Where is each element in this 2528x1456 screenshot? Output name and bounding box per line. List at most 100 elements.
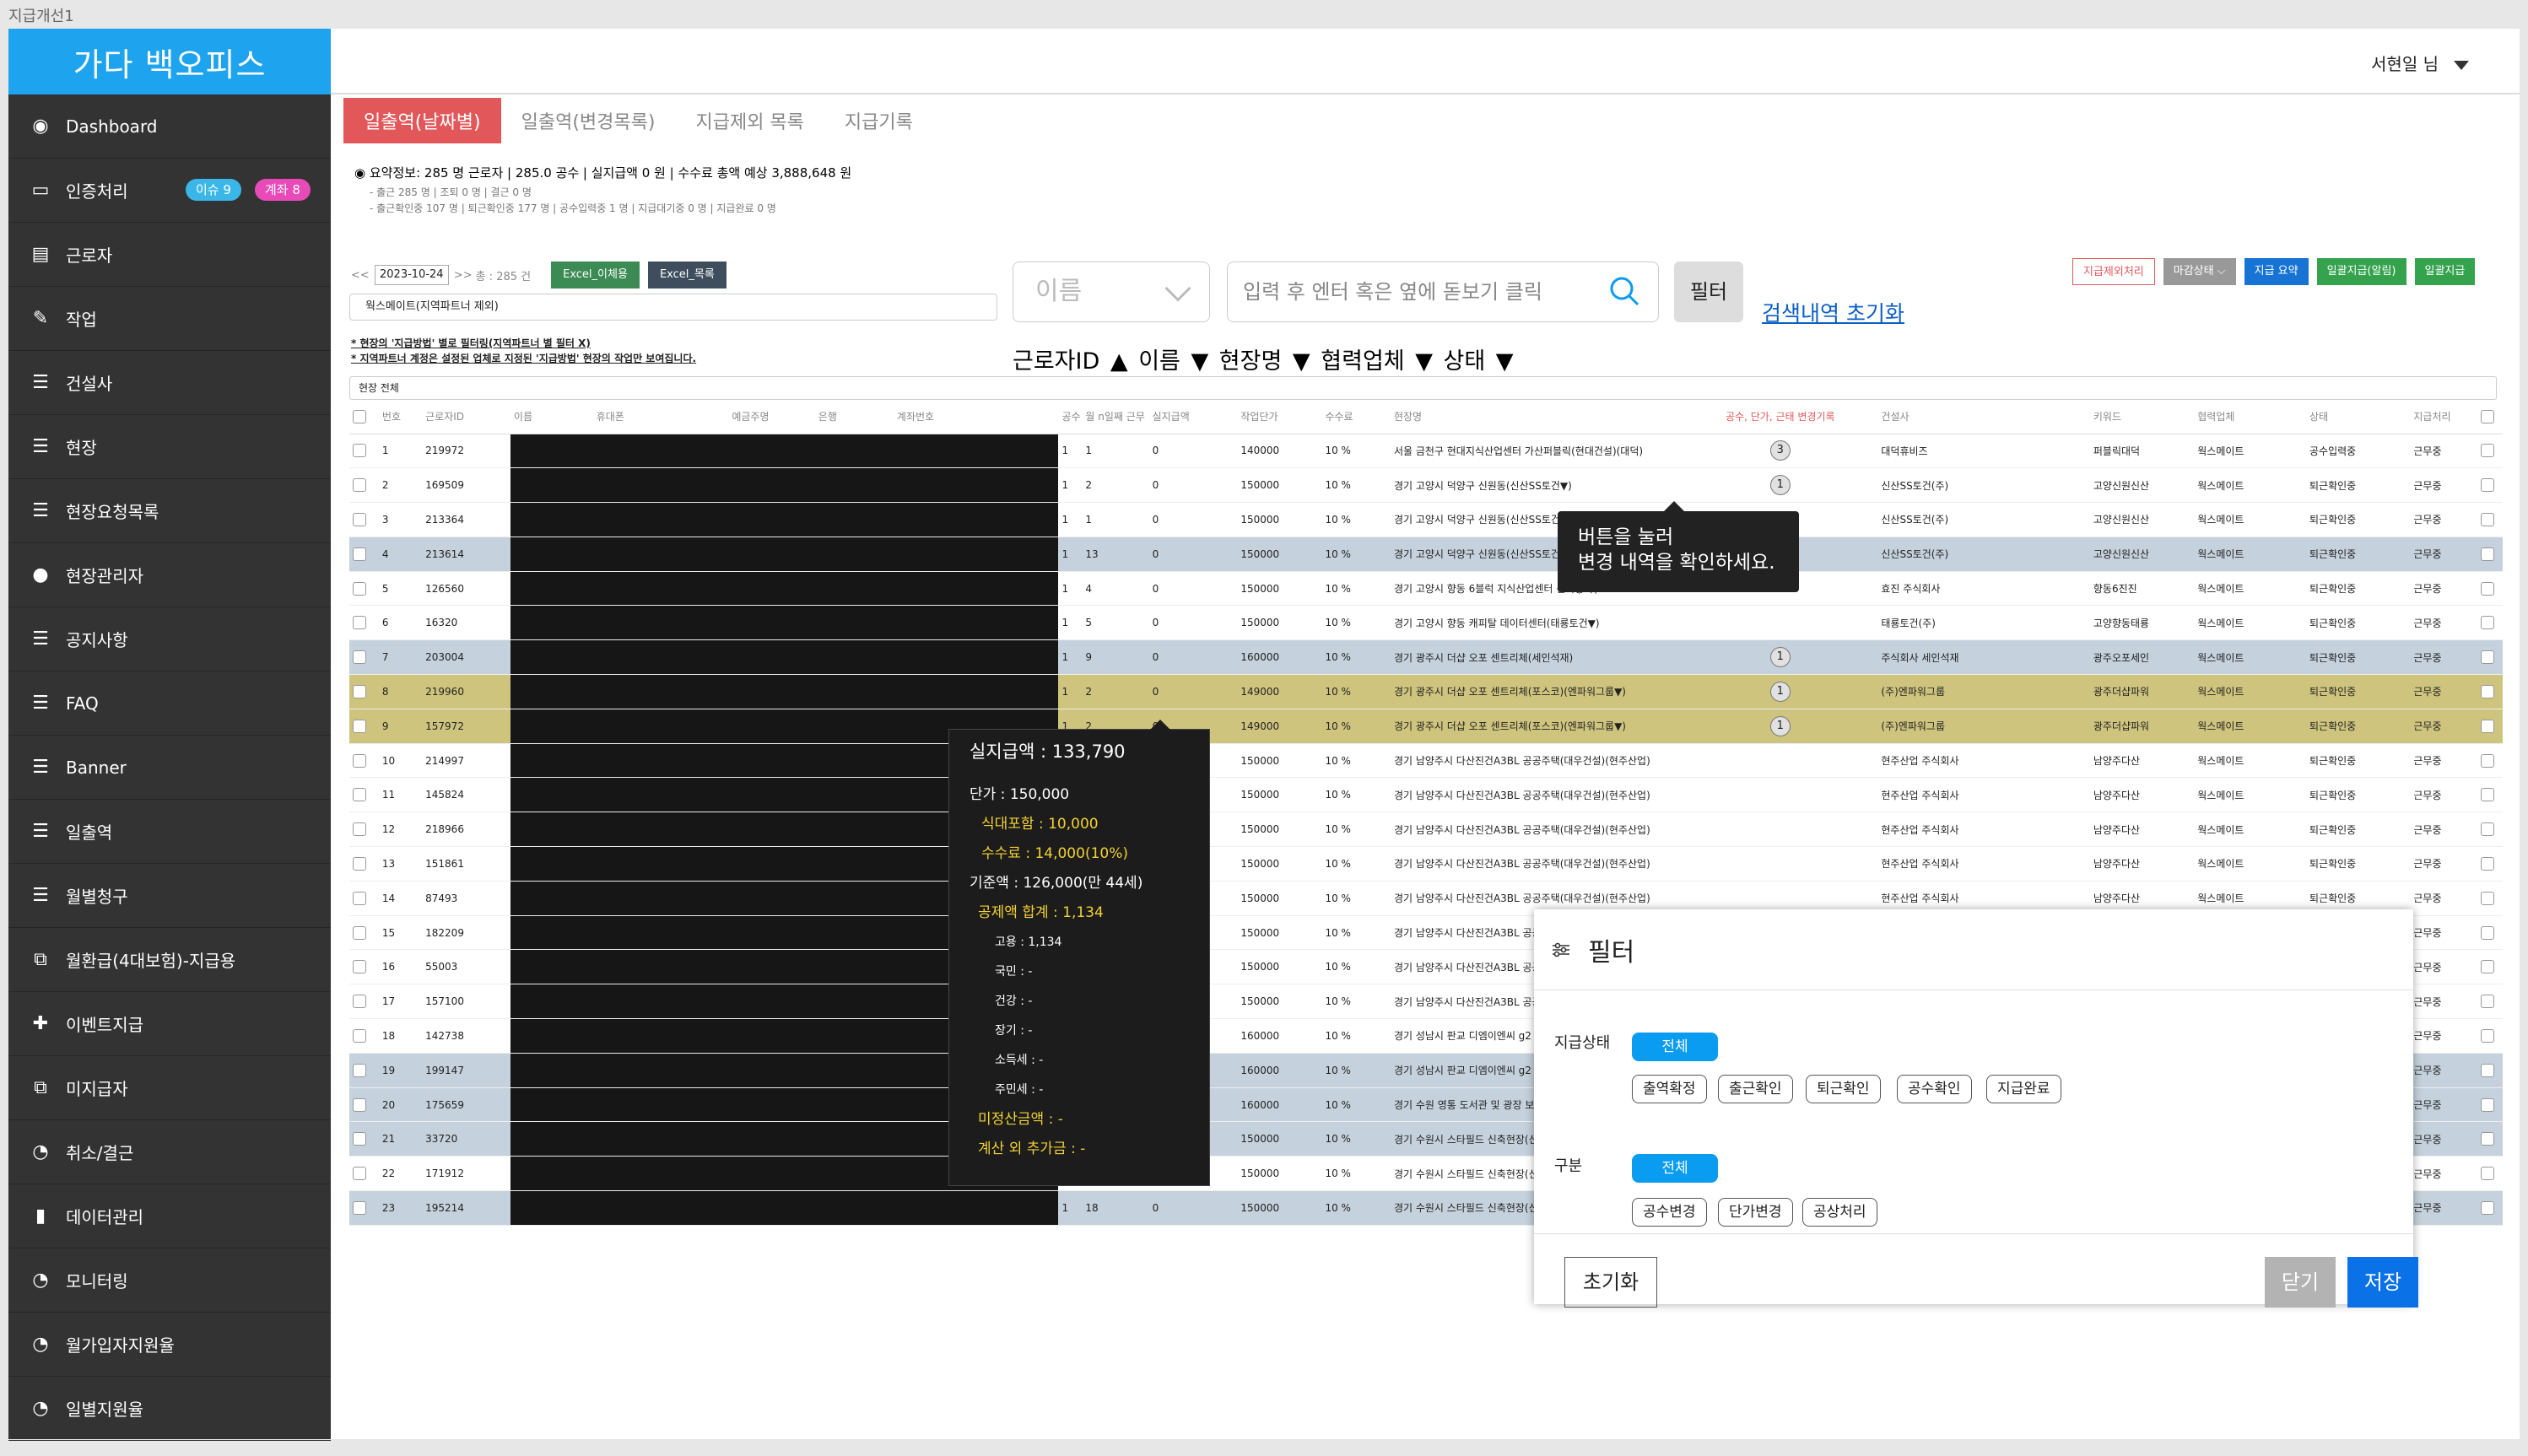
date-input[interactable]: 2023-10-24: [374, 265, 449, 285]
column-header[interactable]: 지급처리: [2410, 400, 2477, 434]
row-checkbox[interactable]: [353, 1097, 366, 1112]
sidebar-item[interactable]: ☰ 현장요청목록: [8, 479, 331, 543]
sidebar-item[interactable]: ☰ 월별청구: [8, 864, 331, 928]
row-checkbox[interactable]: [2480, 616, 2494, 630]
sidebar-item[interactable]: ⧉ 월환급(4대보험)-지급용: [8, 928, 331, 992]
column-header[interactable]: 번호: [378, 400, 423, 434]
change-history-button[interactable]: 1: [1769, 681, 1791, 702]
column-header[interactable]: 공수: [1058, 400, 1083, 434]
row-checkbox[interactable]: [2480, 960, 2494, 974]
type-chip[interactable]: 공상처리: [1802, 1198, 1877, 1227]
row-checkbox[interactable]: [353, 684, 366, 698]
sidebar-item[interactable]: ☰ 건설사: [8, 351, 331, 415]
column-header[interactable]: 휴대폰: [592, 400, 729, 434]
row-checkbox[interactable]: [353, 512, 366, 526]
row-checkbox[interactable]: [2480, 581, 2494, 596]
sidebar-item[interactable]: ◔ 일별지원율: [8, 1377, 331, 1441]
brand-logo[interactable]: 가다 백오피스: [8, 29, 331, 94]
sidebar-item[interactable]: ▭ 인증처리 이슈 9 계좌 8: [8, 159, 331, 223]
tab-excluded-list[interactable]: 지급제외 목록: [675, 98, 824, 143]
row-checkbox[interactable]: [2480, 444, 2494, 458]
table-row[interactable]: 7 203004 1 9 0 160000 10 % 경기 광주시 더샵 오포 센트리체(세인…: [349, 639, 2503, 676]
change-history-button[interactable]: 3: [1769, 440, 1791, 461]
partner-select[interactable]: 웍스메이트(지역파트너 제외): [349, 294, 997, 321]
sidebar-item[interactable]: ◔ 월가입자지원율: [8, 1313, 331, 1377]
search-icon[interactable]: [1609, 276, 1639, 306]
type-all-chip[interactable]: 전체: [1632, 1154, 1718, 1183]
table-row[interactable]: 5 126560 1 4 0 150000 10 % 경기 고양시 향동 6블럭 지식산업센터…: [349, 571, 2503, 607]
tab-payment-history[interactable]: 지급기록: [824, 98, 933, 143]
change-history-button[interactable]: 1: [1769, 475, 1791, 496]
reset-search-link[interactable]: 검색내역 초기화: [1762, 297, 1904, 327]
table-row[interactable]: 8 219960 1 2 0 149000 10 % 경기 광주시 더샵 오포 센트리체(포스…: [349, 674, 2503, 709]
row-checkbox[interactable]: [353, 995, 366, 1009]
filter-close-button[interactable]: 닫기: [2265, 1257, 2336, 1308]
column-header[interactable]: 실지급액: [1148, 400, 1238, 434]
row-checkbox[interactable]: [353, 1063, 366, 1077]
row-checkbox[interactable]: [353, 1132, 366, 1146]
row-checkbox[interactable]: [2480, 1200, 2494, 1215]
row-checkbox[interactable]: [2480, 891, 2494, 905]
row-checkbox[interactable]: [2480, 684, 2494, 698]
row-checkbox[interactable]: [353, 616, 366, 630]
row-checkbox[interactable]: [2480, 1097, 2494, 1112]
row-checkbox[interactable]: [353, 1167, 366, 1181]
bulk-pay-notify-button[interactable]: 일괄지급(알림): [2316, 258, 2406, 285]
close-status-button[interactable]: 마감상태 ⌵: [2163, 258, 2236, 285]
column-header[interactable]: 예금주명: [728, 400, 815, 434]
column-header[interactable]: 근로자ID: [422, 400, 510, 434]
tab-daily-changes[interactable]: 일출역(변경목록): [501, 98, 676, 143]
row-checkbox[interactable]: [353, 925, 366, 940]
row-checkbox[interactable]: [353, 960, 366, 974]
row-checkbox[interactable]: [353, 891, 366, 905]
filter-reset-button[interactable]: 초기화: [1564, 1257, 1657, 1308]
table-row[interactable]: 4 213614 1 13 0 150000 10 % 경기 고양시 덕양구 신원동(신산SS…: [349, 537, 2503, 572]
filter-button[interactable]: 필터: [1674, 262, 1743, 322]
sidebar-item[interactable]: ⧉ 미지급자: [8, 1056, 331, 1120]
table-row[interactable]: 915797212014900010 %경기 광주시 더샵 오포 센트리체(포스…: [349, 709, 2503, 744]
search-input[interactable]: 입력 후 엔터 혹은 옆에 돋보기 클릭: [1227, 262, 1659, 322]
excel-list-button[interactable]: Excel_목록: [647, 262, 727, 289]
sidebar-item[interactable]: ☰ 현장: [8, 415, 331, 479]
column-header[interactable]: 월 n일째 근무: [1082, 400, 1149, 434]
table-row[interactable]: 3 213364 1 1 0 150000 10 % 경기 고양시 덕양구 신원동(신산SS토…: [349, 502, 2503, 537]
status-chip[interactable]: 퇴근확인: [1806, 1075, 1881, 1103]
search-field-select[interactable]: 이름: [1013, 262, 1210, 322]
sidebar-item[interactable]: ▮ 데이터관리: [8, 1184, 331, 1248]
next-date-button[interactable]: >>: [454, 269, 473, 282]
payment-summary-button[interactable]: 지급 요약: [2244, 258, 2309, 285]
column-header[interactable]: 수수료: [1321, 400, 1391, 434]
column-header[interactable]: 건설사: [1877, 400, 2090, 434]
status-chip[interactable]: 공수확인: [1897, 1075, 1972, 1103]
site-filter-select[interactable]: 현장 전체: [349, 376, 2497, 400]
sidebar-item[interactable]: ● 현장관리자: [8, 543, 331, 607]
row-checkbox[interactable]: [2480, 925, 2494, 940]
tab-daily-by-date[interactable]: 일출역(날짜별): [343, 98, 501, 143]
column-header[interactable]: 계좌번호: [893, 400, 1059, 434]
column-header[interactable]: 현장명: [1390, 400, 1680, 434]
table-row[interactable]: 2 169509 1 2 0 150000 10 % 경기 고양시 덕양구 신원동(신산SS토…: [349, 467, 2503, 504]
table-row[interactable]: 102149971015000010 %경기 남양주시 다산진건A3BL 공공주…: [349, 743, 2503, 779]
type-chip[interactable]: 단가변경: [1718, 1198, 1793, 1227]
row-checkbox[interactable]: [353, 478, 366, 493]
row-checkbox[interactable]: [2480, 1132, 2494, 1146]
column-header[interactable]: 은행: [814, 400, 894, 434]
table-row[interactable]: 131518611015000010 %경기 남양주시 다산진건A3BL 공공주…: [349, 846, 2503, 882]
row-checkbox[interactable]: [353, 1200, 366, 1215]
sidebar-item[interactable]: ◉ Dashboard: [8, 94, 331, 159]
row-checkbox[interactable]: [2480, 1167, 2494, 1181]
column-header[interactable]: 협력업체: [2194, 400, 2306, 434]
row-checkbox[interactable]: [2480, 512, 2494, 526]
row-checkbox[interactable]: [2480, 856, 2494, 871]
bulk-pay-button[interactable]: 일괄지급: [2414, 258, 2476, 285]
excel-transfer-button[interactable]: Excel_이체용: [551, 262, 640, 289]
sort-options[interactable]: 근로자ID ▲ 이름 ▼ 현장명 ▼ 협력업체 ▼ 상태 ▼: [1013, 342, 1514, 375]
row-checkbox[interactable]: [2480, 478, 2494, 493]
column-header[interactable]: 이름: [510, 400, 593, 434]
sidebar-item[interactable]: ☰ FAQ: [8, 671, 331, 736]
change-history-button[interactable]: 1: [1769, 647, 1791, 668]
exclude-payment-button[interactable]: 지급제외처리: [2072, 258, 2155, 285]
row-checkbox[interactable]: [353, 822, 366, 837]
status-chip[interactable]: 출역확정: [1632, 1075, 1707, 1103]
row-checkbox[interactable]: [2480, 753, 2494, 768]
